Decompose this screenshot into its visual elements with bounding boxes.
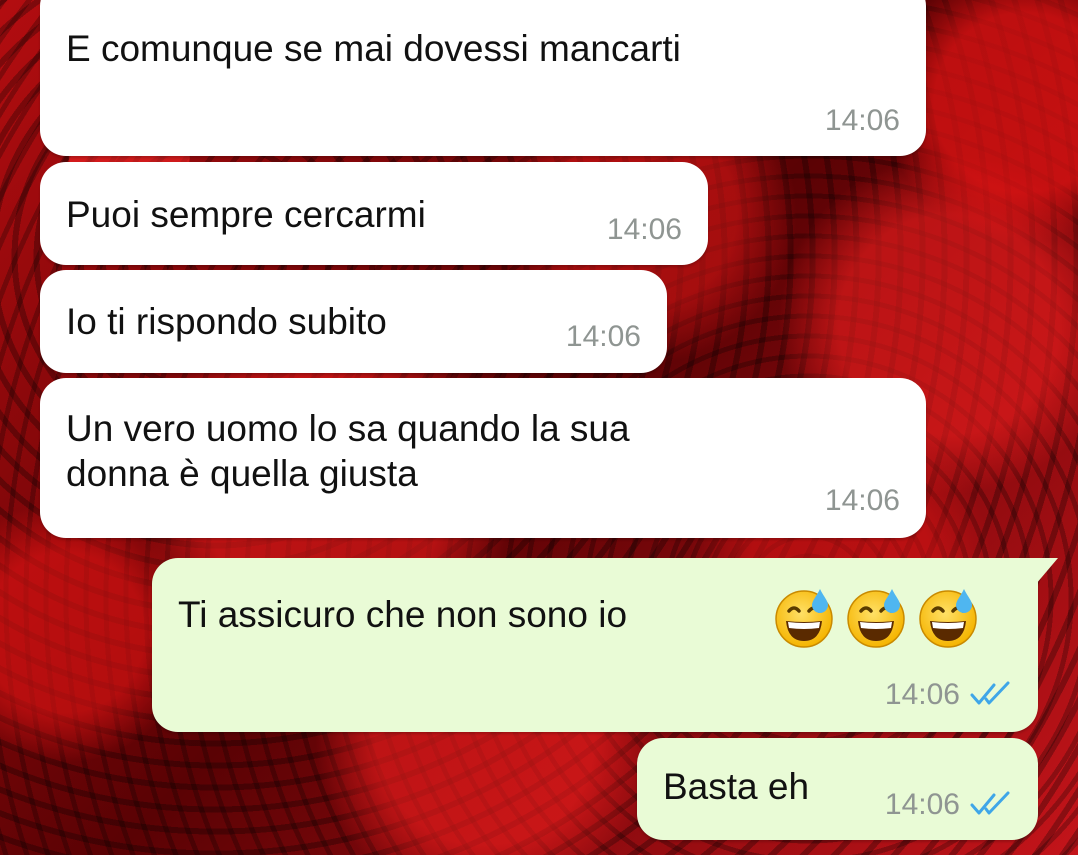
message-timestamp: 14:06 (884, 788, 960, 821)
message-text: Io ti rispondo subito (66, 301, 387, 342)
message-timestamp: 14:06 (884, 678, 960, 711)
message-text: Un vero uomo lo sa quando la sua donna è… (66, 408, 630, 494)
message-timestamp: 14:06 (824, 484, 900, 517)
message-text: Basta eh (663, 766, 810, 807)
message-text: E comunque se mai dovessi mancarti (66, 28, 681, 69)
incoming-message-bubble[interactable]: E comunque se mai dovessi mancarti 14:06 (40, 0, 926, 156)
grinning-face-with-sweat-emoji (775, 589, 833, 648)
grinning-face-with-sweat-emoji (919, 589, 977, 648)
incoming-message-bubble[interactable]: Io ti rispondo subito 14:06 (40, 270, 667, 373)
message-timestamp: 14:06 (606, 213, 682, 246)
message-timestamp: 14:06 (565, 320, 641, 353)
incoming-message-bubble[interactable]: Un vero uomo lo sa quando la sua donna è… (40, 378, 926, 538)
message-text: Puoi sempre cercarmi (66, 194, 426, 235)
double-check-read-icon (970, 791, 1010, 815)
incoming-message-bubble[interactable]: Puoi sempre cercarmi 14:06 (40, 162, 708, 265)
outgoing-message-bubble[interactable]: Basta eh 14:06 (637, 738, 1038, 840)
message-timestamp: 14:06 (824, 104, 900, 137)
double-check-read-icon (970, 681, 1010, 705)
grinning-face-with-sweat-emoji (847, 589, 905, 648)
message-text: Ti assicuro che non sono io (178, 594, 628, 635)
bubble-tail-icon (1036, 558, 1058, 584)
outgoing-message-bubble[interactable]: Ti assicuro che non sono io 14:06 (152, 558, 1058, 732)
